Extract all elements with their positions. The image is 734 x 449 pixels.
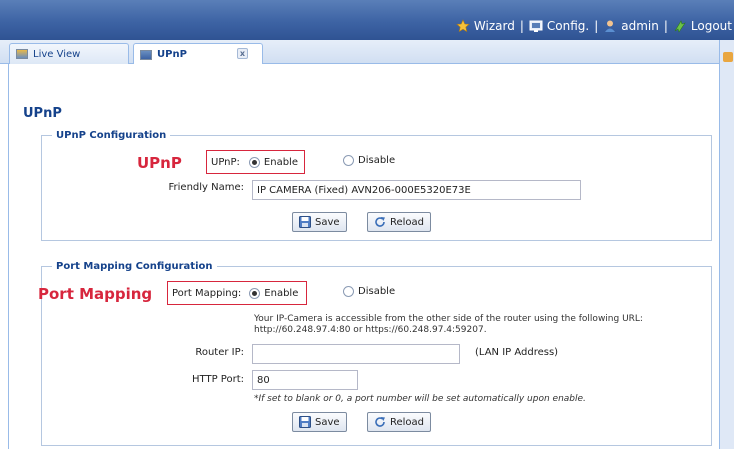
upnp-save-label: Save <box>315 216 340 228</box>
nav-separator: | <box>519 19 524 33</box>
port-mapping-reload-label: Reload <box>390 416 425 428</box>
tab-live-view-label: Live View <box>33 48 81 60</box>
upnp-icon <box>140 49 152 60</box>
http-port-label: HTTP Port: <box>192 374 244 385</box>
live-view-icon <box>16 49 28 59</box>
router-ip-hint: (LAN IP Address) <box>475 347 559 358</box>
right-collapsed-panel[interactable] <box>719 40 734 449</box>
logout-label: Logout <box>690 19 732 33</box>
logout-icon <box>673 19 687 33</box>
upnp-disable-radio[interactable]: Disable <box>343 155 395 166</box>
upnp-label: UPnP: <box>211 156 240 168</box>
admin-link[interactable]: admin <box>603 19 659 33</box>
panel-pin-icon[interactable] <box>723 52 733 62</box>
radio-unchecked-icon[interactable] <box>343 286 354 297</box>
top-nav: Wizard | Config. | admin | Logout <box>456 17 732 35</box>
upnp-toggle-row: UPnP: Enable <box>206 150 305 174</box>
upnp-enable-radio[interactable]: Enable <box>248 156 298 168</box>
tab-strip: Live View UPnP x <box>0 40 734 65</box>
save-disk-icon <box>299 416 311 428</box>
radio-checked-icon[interactable] <box>248 156 260 168</box>
friendly-name-label: Friendly Name: <box>168 182 245 193</box>
port-mapping-save-label: Save <box>315 416 340 428</box>
router-ip-label: Router IP: <box>195 347 244 358</box>
port-mapping-reload-button[interactable]: Reload <box>367 412 432 432</box>
http-port-row: HTTP Port: <box>149 374 244 385</box>
upnp-reload-label: Reload <box>390 216 425 228</box>
router-ip-row: Router IP: <box>149 347 244 358</box>
upnp-reload-button[interactable]: Reload <box>367 212 432 232</box>
port-mapping-info-line2: http://60.248.97.4:80 or https://60.248.… <box>254 325 487 335</box>
nav-separator: | <box>594 19 599 33</box>
reload-icon <box>374 416 386 428</box>
page-title: UPnP <box>23 106 62 121</box>
config-link[interactable]: Config. <box>529 19 589 33</box>
http-port-input[interactable] <box>252 370 358 390</box>
friendly-name-row: Friendly Name: <box>149 182 245 193</box>
reload-icon <box>374 216 386 228</box>
upnp-disable-label: Disable <box>358 155 396 166</box>
radio-unchecked-icon[interactable] <box>343 155 354 166</box>
port-mapping-disable-radio[interactable]: Disable <box>343 286 395 297</box>
logout-link[interactable]: Logout <box>673 19 732 33</box>
wizard-label: Wizard <box>473 19 515 33</box>
user-icon <box>603 19 617 33</box>
wizard-link[interactable]: Wizard <box>456 19 515 33</box>
port-mapping-callout: Port Mapping <box>38 285 153 303</box>
upnp-enable-label: Enable <box>263 156 298 168</box>
wizard-icon <box>456 19 470 33</box>
tab-live-view[interactable]: Live View <box>9 43 129 64</box>
port-mapping-save-button[interactable]: Save <box>292 412 347 432</box>
port-mapping-legend: Port Mapping Configuration <box>56 261 213 272</box>
config-icon <box>529 19 543 33</box>
port-mapping-toggle-row: Port Mapping: Enable <box>167 281 307 305</box>
port-mapping-enable-radio[interactable]: Enable <box>249 287 299 299</box>
router-ip-input[interactable] <box>252 344 460 364</box>
upnp-callout: UPnP <box>137 154 182 172</box>
save-disk-icon <box>299 216 311 228</box>
radio-checked-icon[interactable] <box>249 287 261 299</box>
port-mapping-enable-label: Enable <box>264 287 299 299</box>
http-port-note: *If set to blank or 0, a port number wil… <box>254 394 586 404</box>
port-mapping-disable-label: Disable <box>358 286 396 297</box>
nav-separator: | <box>663 19 668 33</box>
admin-label: admin <box>621 19 659 33</box>
upnp-save-button[interactable]: Save <box>292 212 347 232</box>
close-tab-icon[interactable]: x <box>237 48 248 59</box>
tab-upnp[interactable]: UPnP x <box>133 43 263 65</box>
header-bar: Wizard | Config. | admin | Logout <box>0 0 734 40</box>
port-mapping-label: Port Mapping: <box>172 287 242 299</box>
tab-upnp-label: UPnP <box>157 49 187 60</box>
config-label: Config. <box>546 19 590 33</box>
main-content: UPnP UPnP Configuration UPnP UPnP: Enabl… <box>8 64 719 449</box>
upnp-config-legend: UPnP Configuration <box>56 130 167 141</box>
friendly-name-input[interactable] <box>252 180 581 200</box>
